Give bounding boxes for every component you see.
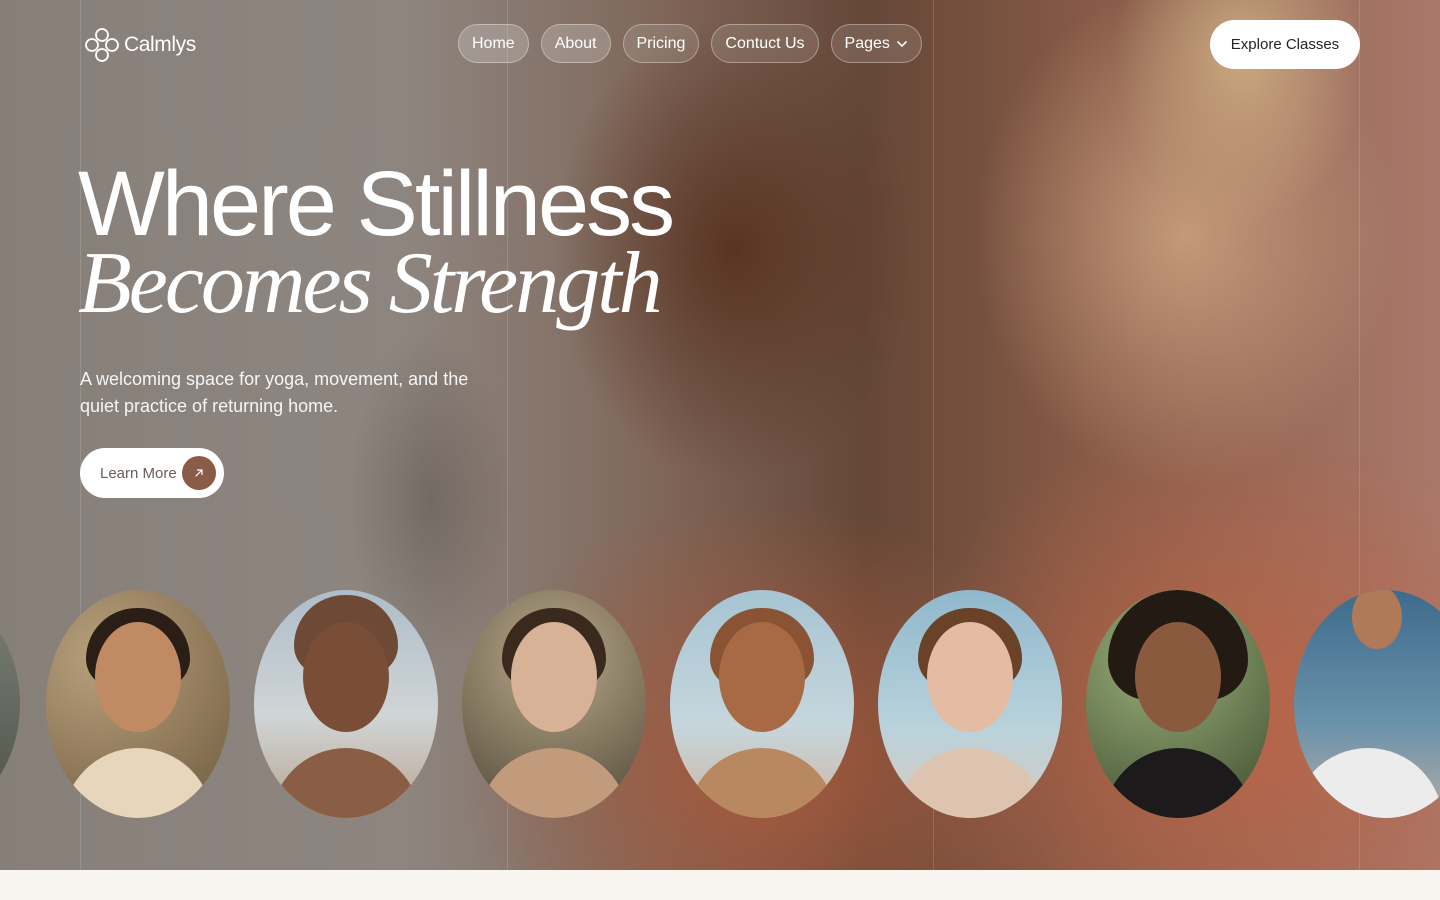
nav-item-about[interactable]: About (540, 24, 611, 63)
brand-name: Calmlys (124, 33, 196, 56)
hero-subtext: A welcoming space for yoga, movement, an… (80, 369, 469, 416)
page-below-hero (0, 870, 1440, 900)
portrait-woman-profile-sky (878, 590, 1062, 818)
nav-item-contact[interactable]: Contuct Us (711, 24, 819, 63)
portrait-woman-hands-on-head-sky (254, 590, 438, 818)
brand-logo[interactable]: Calmlys (84, 27, 196, 63)
nav-item-label: Pages (844, 34, 890, 52)
chevron-down-icon (897, 40, 907, 47)
portrait-woman-afro-garden (1086, 590, 1270, 818)
learn-more-label: Learn More (100, 464, 177, 482)
portrait-woman-fingers-temples (46, 590, 230, 818)
nav-item-label: Home (472, 34, 515, 52)
nav-item-pages-dropdown[interactable]: Pages (830, 24, 922, 63)
hero-section: Calmlys Home About Pricing Contuct Us Pa… (0, 0, 1440, 870)
portrait-woman-meditating-partial (1294, 590, 1440, 818)
main-nav: Home About Pricing Contuct Us Pages (458, 24, 922, 63)
nav-item-label: Contuct Us (725, 34, 805, 52)
nav-item-pricing[interactable]: Pricing (622, 24, 700, 63)
explore-classes-button[interactable]: Explore Classes (1210, 20, 1360, 69)
portrait-woman-praying-hands (462, 590, 646, 818)
portrait-woman-arm-over-head (670, 590, 854, 818)
nav-item-home[interactable]: Home (458, 24, 529, 63)
portrait-partial-left (0, 590, 20, 818)
hero-headline-line2: Becomes Strength (78, 235, 663, 332)
arrow-up-right-icon (182, 456, 216, 490)
portrait-carousel (0, 590, 1440, 818)
nav-item-label: Pricing (636, 34, 686, 52)
learn-more-button[interactable]: Learn More (80, 448, 224, 498)
nav-item-label: About (554, 34, 597, 52)
logo-mark-icon (85, 28, 119, 62)
